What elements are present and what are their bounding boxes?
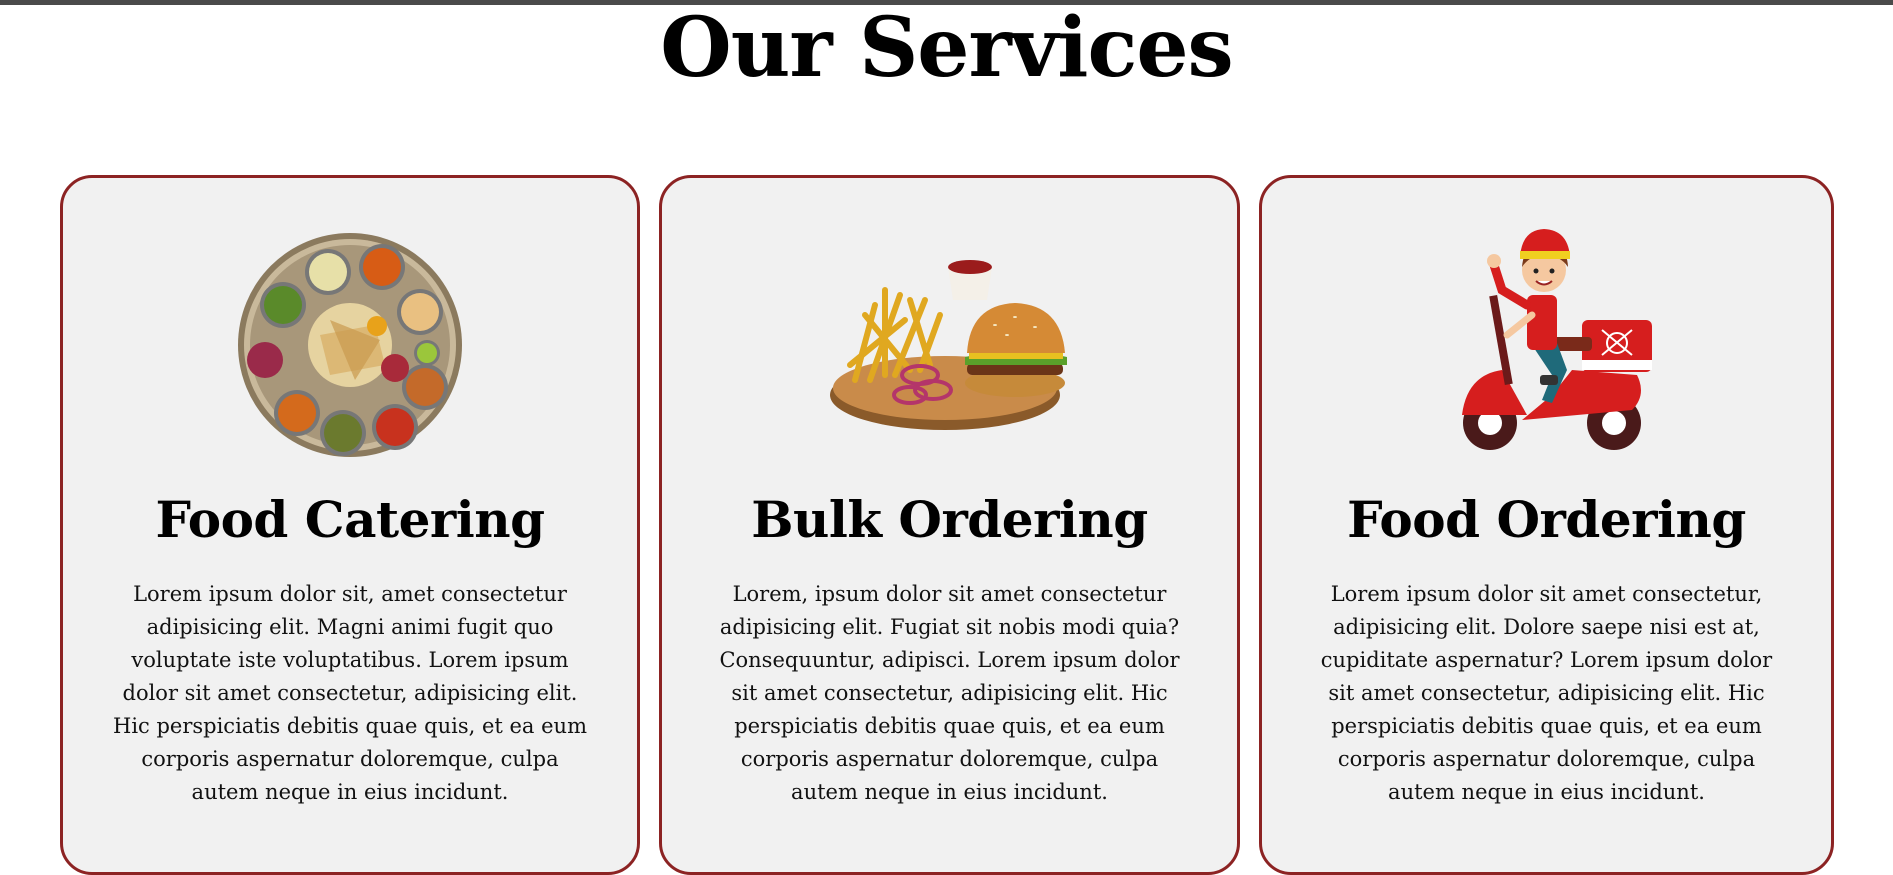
card-title: Food Ordering bbox=[1347, 490, 1746, 549]
service-card-bulk-ordering: Bulk Ordering Lorem, ipsum dolor sit ame… bbox=[659, 175, 1240, 875]
delivery-scooter-image bbox=[1262, 229, 1831, 460]
service-card-food-catering: Food Catering Lorem ipsum dolor sit, ame… bbox=[60, 175, 640, 875]
section-title: Our Services bbox=[660, 0, 1233, 96]
card-title: Food Catering bbox=[155, 490, 545, 549]
services-list: Food Catering Lorem ipsum dolor sit, ame… bbox=[0, 175, 1893, 875]
card-description: Lorem, ipsum dolor sit amet consectetur … bbox=[719, 582, 1180, 804]
burger-fries-image bbox=[662, 230, 1237, 460]
service-card-food-ordering: Food Ordering Lorem ipsum dolor sit amet… bbox=[1259, 175, 1834, 875]
thali-plate-image bbox=[63, 230, 637, 460]
card-description: Lorem ipsum dolor sit amet consectetur, … bbox=[1320, 582, 1773, 804]
card-title: Bulk Ordering bbox=[751, 490, 1148, 549]
card-description: Lorem ipsum dolor sit, amet consectetur … bbox=[113, 582, 587, 804]
